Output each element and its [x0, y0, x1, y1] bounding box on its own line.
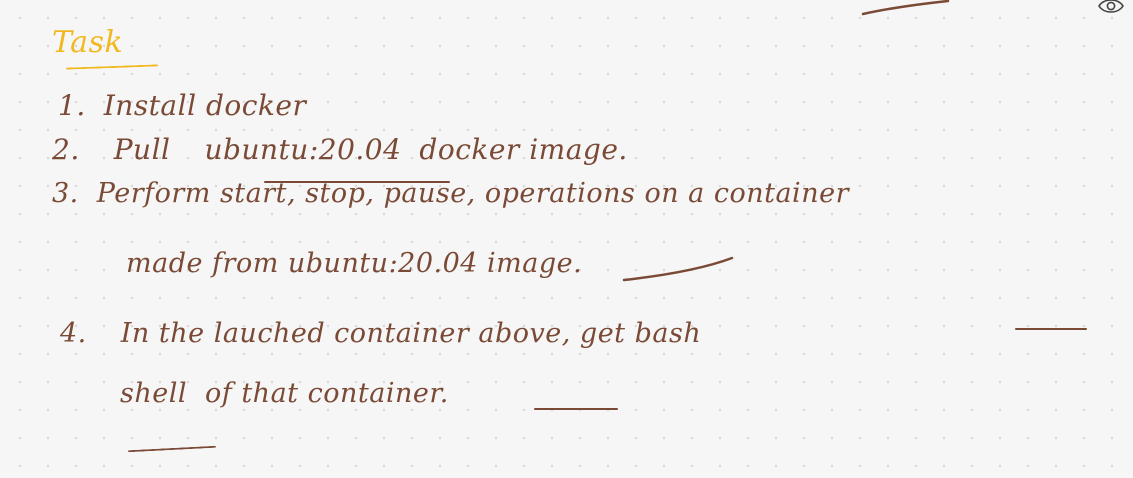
image-word-underline: [622, 256, 734, 282]
shell-underline: [128, 445, 216, 453]
stray-pen-stroke: [861, 0, 950, 16]
line-2-rest: docker image.: [419, 133, 628, 166]
note-canvas: Task 1. Install docker 2. Pull ubuntu:20.04…: [0, 0, 1133, 478]
task-title: Task: [52, 25, 124, 60]
task-line-1: 1. Install docker: [58, 92, 306, 120]
line-4-text: In the lauched container above, get bash: [120, 318, 702, 349]
container-underline: [534, 408, 618, 410]
task-line-3-continued: made from ubuntu:20.04 image.: [126, 248, 583, 279]
line-2-number: 2.: [52, 133, 80, 166]
line-2-image-name: ubuntu:20.04: [204, 133, 402, 166]
line-4b-shell: shell: [120, 378, 187, 409]
line-3-text: Perform start, stop, pause, operations o…: [96, 178, 849, 209]
task-line-4: 4. In the lauched container above, get ba…: [60, 320, 701, 347]
line-1-number: 1.: [58, 89, 86, 122]
task-line-3: 3. Perform start, stop, pause, operations…: [52, 180, 849, 207]
line-4-number: 4.: [60, 318, 87, 349]
bash-underline: [1015, 328, 1087, 330]
task-line-4-continued: shell of that container.: [120, 380, 449, 407]
line-3-number: 3.: [52, 178, 79, 209]
task-line-2: 2. Pull ubuntu:20.04 docker image.: [52, 136, 628, 164]
line-1-text: Install docker: [103, 89, 307, 122]
line-2-pull: Pull: [113, 133, 171, 166]
line-4b-rest: of that container.: [205, 378, 449, 409]
title-underline: [65, 64, 159, 70]
eye-icon[interactable]: [1097, 0, 1125, 16]
